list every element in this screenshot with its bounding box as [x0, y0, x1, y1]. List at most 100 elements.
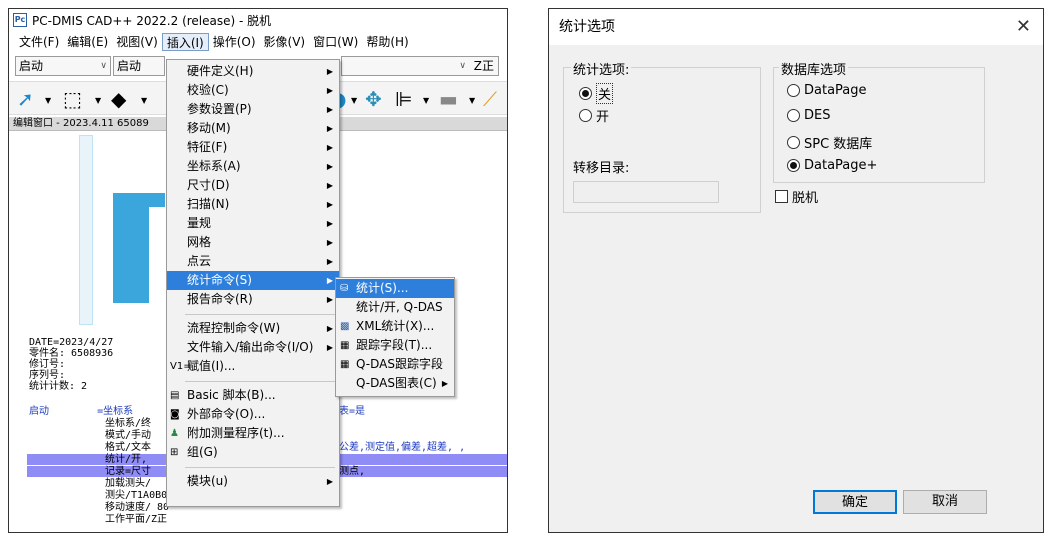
- menu-insert[interactable]: 插入(I): [161, 33, 209, 51]
- chevron-down-icon[interactable]: ▼: [469, 96, 475, 105]
- menu-item-scan[interactable]: 扫描(N) ▶: [167, 195, 339, 214]
- alignment-combo-2[interactable]: 启动: [113, 56, 165, 76]
- chevron-right-icon: ▶: [326, 257, 333, 266]
- submenu-item-qdas-chart[interactable]: Q-DAS图表(C) ▶: [336, 374, 454, 393]
- menu-item-label: 坐标系(A): [187, 159, 241, 173]
- app-icon: Pc: [13, 13, 27, 27]
- offline-checkbox[interactable]: 脱机: [775, 187, 818, 206]
- person-icon: ♟: [170, 428, 179, 439]
- window-title: PC-DMIS CAD++ 2022.2 (release) - 脱机: [32, 13, 272, 28]
- chevron-down-icon: ∨: [100, 61, 107, 71]
- menu-item-parameters[interactable]: 参数设置(P) ▶: [167, 100, 339, 119]
- code-line-10: 工作平面/Z正: [105, 514, 168, 525]
- program-icon[interactable]: ⊫: [395, 88, 412, 110]
- chevron-right-icon: ▶: [326, 86, 333, 95]
- menu-item-dimension[interactable]: 尺寸(D) ▶: [167, 176, 339, 195]
- checkbox: [775, 190, 788, 203]
- radio-datapage-plus[interactable]: DataPage+: [787, 158, 877, 173]
- chevron-down-icon: ∨: [459, 61, 466, 71]
- menu-item-basic-script[interactable]: ▤ Basic 脚本(B)...: [167, 386, 339, 405]
- radio-label: 关: [596, 83, 614, 104]
- submenu-item-statistics[interactable]: ⛁ 统计(S)...: [336, 279, 454, 298]
- radio-datapage[interactable]: DataPage: [787, 83, 867, 98]
- code-line-5: 统计/开,: [105, 454, 148, 465]
- menu-item-mesh[interactable]: 网格 ▶: [167, 233, 339, 252]
- menu-window[interactable]: 窗口(W): [309, 33, 362, 51]
- chevron-down-icon[interactable]: ▼: [45, 96, 51, 105]
- menu-item-assign[interactable]: V1= 赋值(I)...: [167, 357, 339, 376]
- menu-vision[interactable]: 影像(V): [260, 33, 310, 51]
- radio-stats-off[interactable]: 关: [579, 83, 614, 104]
- menu-item-move[interactable]: 移动(M) ▶: [167, 119, 339, 138]
- menu-item-attach-program[interactable]: ♟ 附加测量程序(t)...: [167, 424, 339, 443]
- alignment-combo-2-value: 启动: [117, 59, 142, 73]
- menu-item-alignment[interactable]: 坐标系(A) ▶: [167, 157, 339, 176]
- chevron-right-icon: ▶: [326, 181, 333, 190]
- menu-item-hardware[interactable]: 硬件定义(H) ▶: [167, 62, 339, 81]
- submenu-item-xml-stats[interactable]: ▩ XML统计(X)...: [336, 317, 454, 336]
- transfer-dir-field[interactable]: [573, 181, 719, 203]
- menu-item-statistics[interactable]: 统计命令(S) ▶: [167, 271, 339, 290]
- menu-file[interactable]: 文件(F): [15, 33, 63, 51]
- chevron-right-icon: ▶: [326, 324, 333, 333]
- ok-button[interactable]: 确定: [813, 490, 897, 514]
- chevron-down-icon[interactable]: ▼: [95, 96, 101, 105]
- probe-icon[interactable]: ✥: [365, 88, 382, 110]
- submenu-item-qdas-tracefield[interactable]: ▦ Q-DAS跟踪字段: [336, 355, 454, 374]
- menu-item-label: 外部命令(O)...: [187, 407, 266, 421]
- radio-des[interactable]: DES: [787, 108, 830, 123]
- chevron-down-icon[interactable]: ▼: [351, 96, 357, 105]
- cancel-button[interactable]: 取消: [903, 490, 987, 514]
- menu-item-label: 特征(F): [187, 140, 228, 154]
- screen-icon[interactable]: ▬: [439, 88, 458, 110]
- menu-help[interactable]: 帮助(H): [362, 33, 412, 51]
- menu-item-pointcloud[interactable]: 点云 ▶: [167, 252, 339, 271]
- code-line-1: 启动 =坐标系: [29, 406, 134, 417]
- submenu-item-label: Q-DAS图表(C): [356, 376, 437, 390]
- wireframe-cube-icon[interactable]: ⬚: [63, 88, 82, 110]
- menu-item-label: 统计命令(S): [187, 273, 252, 287]
- radio-label: 开: [596, 110, 610, 125]
- submenu-item-label: XML统计(X)...: [356, 319, 435, 333]
- menu-operation[interactable]: 操作(O): [209, 33, 260, 51]
- menu-item-flow-control[interactable]: 流程控制命令(W) ▶: [167, 319, 339, 338]
- radio-label: SPC 数据库: [804, 137, 873, 152]
- transfer-dir-label: 转移目录:: [573, 161, 630, 176]
- menu-edit[interactable]: 编辑(E): [63, 33, 112, 51]
- chevron-right-icon: ▶: [326, 67, 333, 76]
- menu-item-label: 参数设置(P): [187, 102, 252, 116]
- menu-item-external-command[interactable]: ◙ 外部命令(O)...: [167, 405, 339, 424]
- menu-item-file-io[interactable]: 文件输入/输出命令(I/O) ▶: [167, 338, 339, 357]
- workplane-combo[interactable]: ∨ Z正: [341, 56, 499, 76]
- chevron-right-icon: ▶: [326, 343, 333, 352]
- menu-item-module[interactable]: 模块(u) ▶: [167, 472, 339, 491]
- submenu-item-stats-qdas[interactable]: 统计/开, Q-DAS: [336, 298, 454, 317]
- menu-item-gauge[interactable]: 量规 ▶: [167, 214, 339, 233]
- code-line-1b: 表=是: [339, 406, 366, 417]
- radio-stats-on[interactable]: 开: [579, 106, 609, 125]
- script-icon: ▤: [170, 390, 180, 401]
- insert-menu: 硬件定义(H) ▶ 校验(C) ▶ 参数设置(P) ▶ 移动(M) ▶ 特征(F) ▶ 坐…: [166, 59, 340, 507]
- menu-item-calibrate[interactable]: 校验(C) ▶: [167, 81, 339, 100]
- chevron-right-icon: ▶: [326, 162, 333, 171]
- radio-spc-database[interactable]: SPC 数据库: [787, 133, 872, 152]
- close-icon[interactable]: ✕: [1016, 9, 1031, 45]
- chevron-down-icon[interactable]: ▼: [423, 96, 429, 105]
- pencil-icon[interactable]: ⟋: [483, 88, 497, 110]
- radio-button: [787, 84, 800, 97]
- menu-item-feature[interactable]: 特征(F) ▶: [167, 138, 339, 157]
- radio-label: DES: [804, 108, 831, 123]
- menu-item-label: 赋值(I)...: [187, 359, 236, 373]
- menu-view[interactable]: 视图(V): [112, 33, 162, 51]
- alignment-combo[interactable]: 启动 ∨: [15, 56, 111, 76]
- chevron-right-icon: ▶: [326, 219, 333, 228]
- radio-button: [579, 87, 592, 100]
- menu-item-report[interactable]: 报告命令(R) ▶: [167, 290, 339, 309]
- radio-label: DataPage: [804, 83, 867, 98]
- chevron-down-icon[interactable]: ▼: [141, 96, 147, 105]
- menu-item-group[interactable]: ⊞ 组(G): [167, 443, 339, 462]
- view-iso-icon[interactable]: ➚: [17, 88, 34, 110]
- submenu-item-tracefield[interactable]: ▦ 跟踪字段(T)...: [336, 336, 454, 355]
- solid-cube-icon[interactable]: ◆: [111, 88, 126, 110]
- submenu-item-label: 跟踪字段(T)...: [356, 338, 433, 352]
